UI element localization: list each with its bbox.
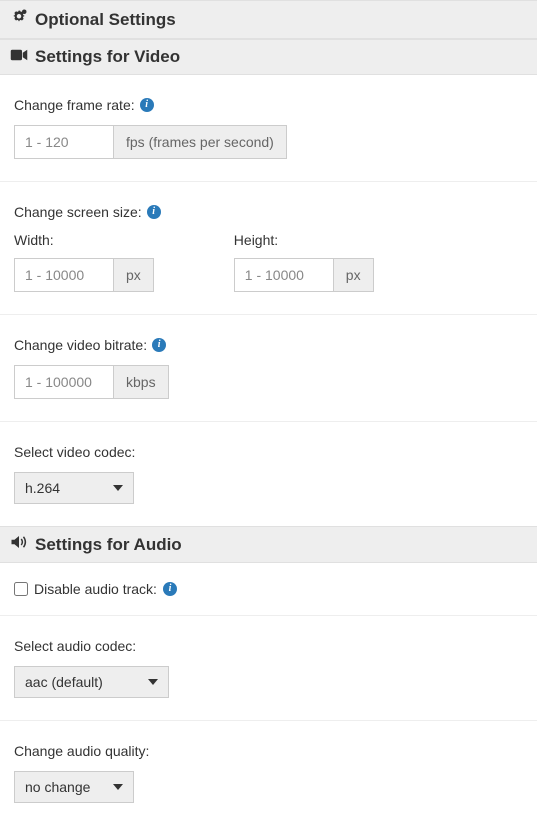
info-icon[interactable]: i [152,338,166,352]
disable-audio-label: Disable audio track: [34,581,157,597]
video-bitrate-input[interactable] [14,365,114,399]
video-codec-field: Select video codec: h.264 [0,422,537,526]
audio-settings-title: Settings for Audio [35,535,182,555]
height-label: Height: [234,232,374,248]
framerate-label: Change frame rate: [14,97,135,113]
audio-codec-label: Select audio codec: [14,638,136,654]
width-input[interactable] [14,258,114,292]
audio-quality-field: Change audio quality: no change [0,721,537,825]
video-bitrate-unit: kbps [114,365,169,399]
info-icon[interactable]: i [163,582,177,596]
optional-settings-header: Optional Settings [0,0,537,39]
disable-audio-checkbox[interactable] [14,582,28,596]
width-unit: px [114,258,154,292]
framerate-unit: fps (frames per second) [114,125,287,159]
video-settings-header: Settings for Video [0,39,537,75]
audio-codec-select[interactable]: aac (default) [14,666,169,698]
video-codec-select[interactable]: h.264 [14,472,134,504]
video-bitrate-label: Change video bitrate: [14,337,147,353]
height-input[interactable] [234,258,334,292]
audio-quality-select[interactable]: no change [14,771,134,803]
height-unit: px [334,258,374,292]
audio-quality-label: Change audio quality: [14,743,149,759]
audio-settings-header: Settings for Audio [0,526,537,563]
framerate-field: Change frame rate: i fps (frames per sec… [0,75,537,182]
volume-icon [10,534,28,555]
width-label: Width: [14,232,154,248]
gears-icon [10,8,28,31]
video-settings-title: Settings for Video [35,47,180,67]
disable-audio-field: Disable audio track: i [0,563,537,616]
screensize-field: Change screen size: i Width: px Height: … [0,182,537,315]
info-icon[interactable]: i [147,205,161,219]
video-camera-icon [10,47,28,67]
audio-codec-field: Select audio codec: aac (default) [0,616,537,721]
video-bitrate-field: Change video bitrate: i kbps [0,315,537,422]
screensize-label: Change screen size: [14,204,142,220]
framerate-input[interactable] [14,125,114,159]
video-codec-label: Select video codec: [14,444,135,460]
info-icon[interactable]: i [140,98,154,112]
optional-settings-title: Optional Settings [35,10,176,30]
